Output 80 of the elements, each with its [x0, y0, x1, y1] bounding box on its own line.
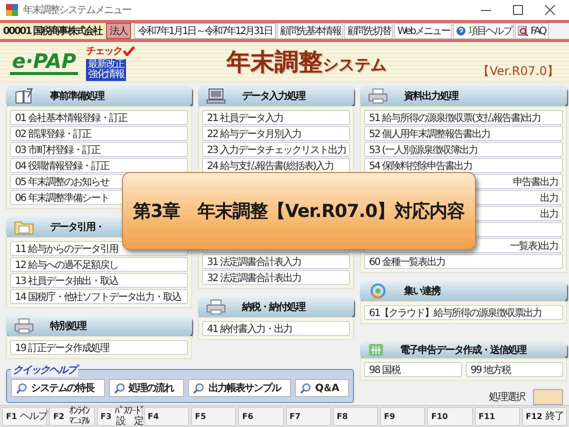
section-header: データ入力処理 [198, 86, 354, 106]
logo: e·PAP [10, 50, 78, 74]
menu-item[interactable]: 53 (一人別)源泉徴収簿出力 [364, 142, 563, 157]
menu-item[interactable]: 61【クラウド】給与所得の源泉徴収票出力 [364, 305, 563, 320]
printer-icon [14, 318, 34, 334]
toolbar-button[interactable]: 顧問先基本情報 [277, 23, 344, 39]
section-header: 特別処理 [6, 316, 192, 336]
function-key[interactable]: F12 終了 [522, 407, 567, 426]
menu-item[interactable]: 32 法定調書合計表出力 [202, 270, 350, 285]
search-icon [114, 382, 125, 394]
process-select-field[interactable] [533, 389, 563, 405]
chapter-title-dialog: 第3章 年末調整【Ver.R07.0】対応内容 [122, 172, 476, 250]
toolbar-button[interactable]: 項目ヘルプ [453, 23, 514, 39]
function-key[interactable]: F9 [380, 407, 426, 426]
search-icon [518, 26, 528, 36]
grid-icon [368, 343, 384, 357]
printer-icon [206, 299, 226, 315]
section-header: 資料出力処理 [360, 86, 567, 106]
window-title: 年末調整システムメニュー [23, 4, 131, 17]
menu-item[interactable]: 14 国税庁・他社ソフトデータ出力・取込 [10, 289, 188, 304]
process-select-label: 処理選択 [489, 391, 525, 404]
menu-item[interactable]: 60 金種一覧表出力 [364, 254, 563, 269]
toolbar-button[interactable]: Webメニュー [394, 23, 452, 39]
function-key[interactable]: F5 [191, 407, 236, 426]
menu-item[interactable]: 54 保険料控除申告書出力 [364, 158, 563, 173]
menu-item[interactable]: 99 地方税 [466, 362, 563, 377]
quick-help-button[interactable]: 処理の流れ [108, 379, 184, 397]
swirl-icon [368, 283, 388, 299]
menu-item[interactable]: 04 役職情報登録・訂正 [10, 158, 188, 173]
function-key[interactable]: F4 [144, 407, 189, 426]
section-header: 集い連携 [360, 281, 567, 301]
menu-item[interactable]: 52 個人用年末調整報告書出力 [364, 126, 563, 141]
version-label: 【Ver.R07.0】 [478, 63, 559, 80]
section-header: 納税・納付処理 [198, 297, 354, 317]
toolbar-button[interactable]: 顧問先切替 [344, 23, 394, 39]
check-mark-icon [123, 46, 136, 56]
quick-help-title: クイックヘルプ [11, 363, 78, 377]
menu-item[interactable]: 12 給与への過不足額戻し [10, 257, 188, 272]
menu-item[interactable]: 22 給与データ月別入力 [202, 126, 350, 141]
menu-item[interactable]: 02 部課登録・訂正 [10, 126, 188, 141]
toolbar-button[interactable]: FAQ [515, 23, 549, 39]
quick-help-button[interactable]: システムの特長 [11, 379, 105, 397]
close-icon[interactable] [545, 5, 555, 15]
menu-item[interactable]: 01 会社基本情報登録・訂正 [10, 110, 188, 125]
menu-item[interactable]: 24 給与支払報告書(総括表)入力 [202, 158, 350, 173]
entity-type-badge: 法人 [106, 23, 131, 39]
printer-icon [368, 88, 388, 104]
update-badge: 最新改正 強化情報 [86, 58, 126, 80]
function-key[interactable]: F8 [332, 407, 378, 426]
menu-item[interactable]: 23 入力データチェックリスト出力 [202, 142, 350, 157]
menu-item[interactable]: 21 社員データ入力 [202, 110, 350, 125]
section-header: 電子申告データ作成・送信処理 [360, 342, 567, 358]
menu-item[interactable]: 03 市町村登録・訂正 [10, 142, 188, 157]
book-icon [14, 88, 34, 104]
period-field: 令和7年1月1日～令和7年12月31日 [134, 23, 276, 39]
function-key[interactable]: F7 [286, 407, 331, 426]
function-key[interactable]: F6 [238, 407, 284, 426]
menu-item[interactable]: 98 国税 [364, 362, 462, 377]
menu-item[interactable]: 31 法定調書合計表入力 [202, 254, 350, 269]
check-label: チェック [86, 44, 122, 58]
function-key[interactable]: F1 ヘルプ [2, 407, 48, 426]
computer-icon [206, 88, 226, 104]
menu-item[interactable]: 13 社員データ抽出・取込 [10, 273, 188, 288]
help-icon [456, 26, 466, 36]
search-icon [300, 382, 312, 394]
search-icon [16, 382, 27, 394]
search-icon [193, 382, 204, 394]
function-key[interactable]: F10 [427, 407, 472, 426]
maximize-icon[interactable] [513, 5, 523, 15]
folder-icon [14, 219, 34, 235]
section-header: 事前準備処理 [6, 86, 192, 106]
system-title: 年末調整システム [225, 47, 388, 78]
app-icon [6, 4, 18, 16]
quick-help-button[interactable]: Q＆A [295, 379, 349, 397]
menu-item[interactable]: 51 給与所得の源泉徴収票(支払報告書)出力 [364, 110, 563, 125]
quick-help-button[interactable]: 出力帳表サンプル [188, 379, 292, 397]
company-name: 00001 国税商事株式会社 [3, 24, 102, 38]
function-key[interactable]: F11 [474, 407, 520, 426]
menu-item[interactable]: 41 納付書入力・出力 [202, 321, 350, 336]
menu-item[interactable]: 19 訂正データ作成処理 [10, 340, 188, 355]
